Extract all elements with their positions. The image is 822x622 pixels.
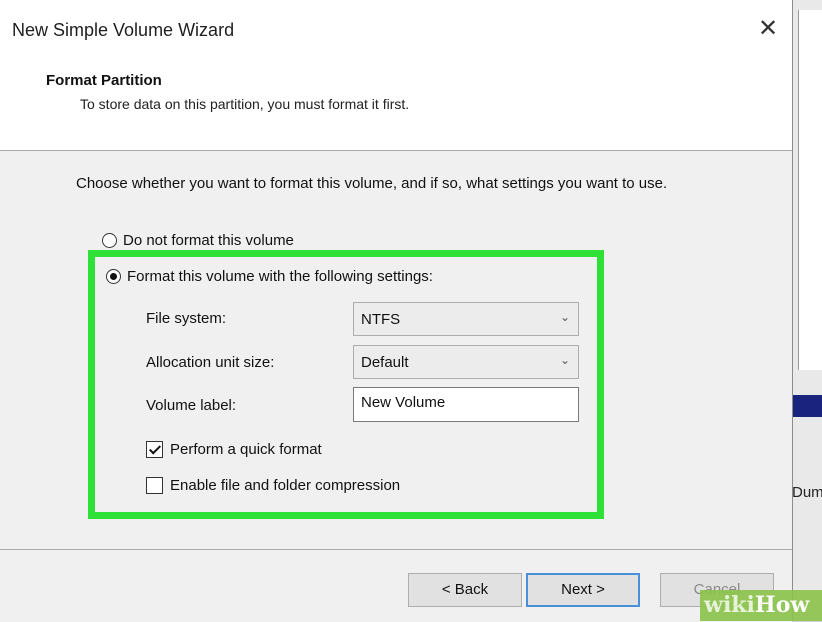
radio-circle[interactable]	[102, 233, 117, 248]
radio-circle-selected[interactable]	[106, 269, 121, 284]
volume-label-input[interactable]: New Volume	[353, 387, 579, 422]
quick-format-checkbox[interactable]: Perform a quick format	[146, 441, 322, 458]
next-button[interactable]: Next >	[526, 573, 640, 607]
checkbox-label: Perform a quick format	[170, 441, 322, 458]
page-title: Format Partition	[46, 72, 162, 89]
background-app-window: Dum	[792, 0, 822, 621]
volume-label-label: Volume label:	[146, 397, 237, 414]
new-simple-volume-wizard-dialog: New Simple Volume Wizard ✕ Format Partit…	[0, 0, 793, 622]
radio-label: Do not format this volume	[123, 232, 294, 249]
chevron-down-icon: ⌄	[559, 310, 570, 324]
allocation-unit-size-dropdown[interactable]: Default ⌄	[353, 345, 579, 379]
back-button[interactable]: < Back	[408, 573, 522, 607]
instructions-text: Choose whether you want to format this v…	[76, 175, 668, 192]
wikihow-watermark: wikiHow	[700, 590, 822, 621]
wizard-header: Format Partition To store data on this p…	[0, 60, 792, 151]
wizard-body: Choose whether you want to format this v…	[0, 151, 792, 549]
file-system-label: File system:	[146, 310, 227, 327]
checkbox-unchecked[interactable]	[146, 477, 163, 494]
file-system-value: NTFS	[361, 311, 401, 328]
background-app-pane	[798, 10, 822, 370]
background-app-text: Dum	[792, 484, 822, 501]
checkbox-label: Enable file and folder compression	[170, 477, 401, 494]
window-title: New Simple Volume Wizard	[12, 20, 235, 40]
wizard-footer: < Back Next > Cancel	[0, 549, 792, 622]
file-system-dropdown[interactable]: NTFS ⌄	[353, 302, 579, 336]
title-bar: New Simple Volume Wizard ✕	[0, 0, 792, 60]
allocation-unit-size-value: Default	[361, 354, 409, 371]
chevron-down-icon: ⌄	[559, 353, 570, 367]
close-button[interactable]: ✕	[750, 12, 786, 48]
close-icon: ✕	[757, 15, 779, 42]
radio-do-not-format[interactable]: Do not format this volume	[102, 232, 294, 249]
compression-checkbox[interactable]: Enable file and folder compression	[146, 477, 400, 494]
allocation-unit-size-label: Allocation unit size:	[146, 354, 275, 371]
background-app-selection-bar	[792, 395, 822, 417]
watermark-wiki-text: wiki	[704, 592, 755, 618]
radio-format-volume[interactable]: Format this volume with the following se…	[106, 268, 433, 285]
radio-label: Format this volume with the following se…	[127, 268, 433, 285]
watermark-how-text: How	[754, 592, 810, 618]
page-subtitle: To store data on this partition, you mus…	[80, 96, 410, 112]
checkbox-checked[interactable]	[146, 441, 163, 458]
